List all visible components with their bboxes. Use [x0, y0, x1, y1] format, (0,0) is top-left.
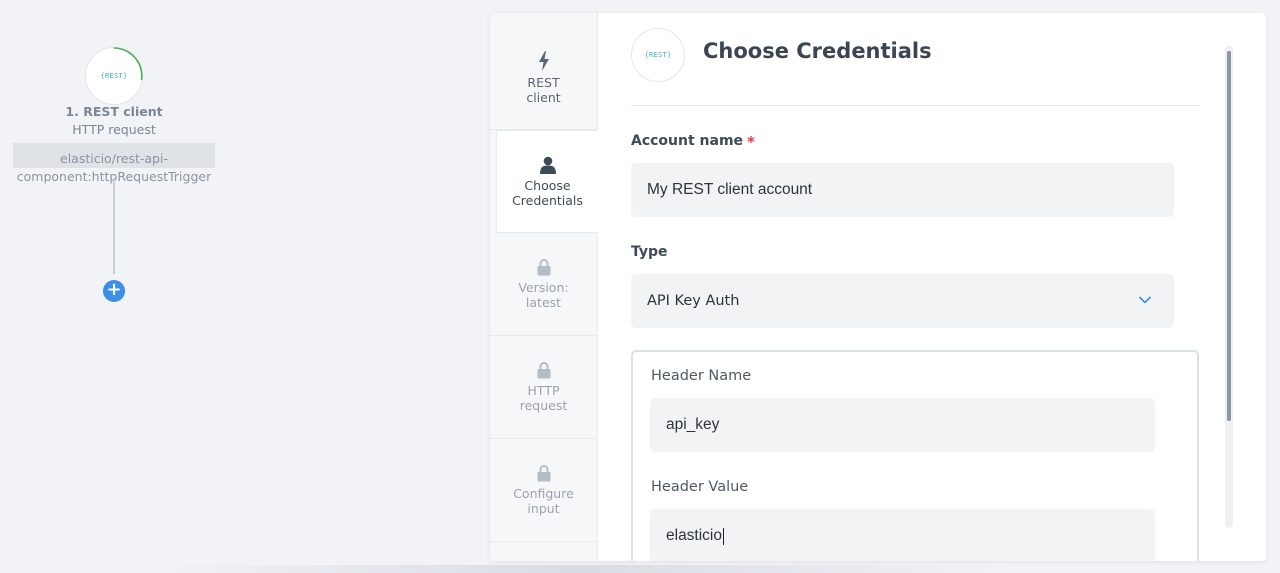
header-divider — [631, 105, 1200, 106]
text-cursor — [723, 527, 724, 545]
node-title: 1. REST client — [65, 104, 163, 119]
account-name-input[interactable]: My REST client account — [631, 163, 1174, 217]
type-select[interactable]: API Key Auth — [631, 274, 1174, 328]
rest-client-node[interactable]: {REST} — [85, 47, 143, 105]
header-name-value: api_key — [666, 416, 720, 433]
step-label-line1: Version: — [518, 280, 569, 295]
type-select-value: API Key Auth — [647, 293, 740, 309]
step-label-line2: request — [519, 398, 568, 413]
step-label-line1: Configure — [513, 486, 574, 501]
account-name-value: My REST client account — [647, 181, 813, 198]
scrollbar-thumb[interactable] — [1227, 51, 1231, 421]
flow-connector — [113, 178, 115, 274]
lightning-icon — [538, 51, 549, 71]
api-key-fields-group: Header Name api_key Header Value elastic… — [631, 350, 1199, 561]
step-label-line2: input — [527, 501, 560, 516]
step-label-line2: Credentials — [512, 192, 583, 208]
header-value-input[interactable]: elasticio — [650, 509, 1155, 561]
step-label-line1: HTTP — [527, 383, 560, 398]
header-value-value: elasticio — [666, 527, 722, 544]
bottom-shadow — [150, 565, 1010, 573]
rest-logo-icon: {REST} — [100, 72, 128, 80]
header-name-input[interactable]: api_key — [650, 398, 1155, 452]
type-label: Type — [631, 244, 668, 260]
step-rest-client[interactable]: REST client — [490, 27, 597, 130]
chevron-down-icon — [1138, 296, 1152, 304]
flow-canvas: {REST} 1. REST client HTTP request elast… — [0, 0, 480, 573]
lock-icon — [537, 362, 550, 379]
step-navigation: REST client Choose Credentials Version: … — [490, 13, 598, 561]
step-label-line1: REST — [527, 75, 560, 90]
step-choose-credentials[interactable]: Choose Credentials — [496, 130, 598, 233]
add-step-button[interactable]: + — [103, 280, 125, 302]
account-name-label-text: Account name — [631, 133, 744, 149]
lock-icon — [537, 465, 550, 482]
account-name-label: Account name * — [631, 133, 755, 151]
header-name-label: Header Name — [651, 368, 752, 384]
step-label-line2: client — [526, 90, 561, 105]
node-subtitle: HTTP request — [72, 122, 156, 137]
header-value-label: Header Value — [651, 479, 749, 495]
plus-icon: + — [106, 279, 122, 300]
step-configure-input: Configure input — [490, 439, 597, 542]
step-label-line1: Choose — [524, 177, 571, 193]
credentials-form: {REST} Choose Credentials Account name * … — [631, 13, 1211, 561]
user-icon — [539, 156, 556, 174]
lock-icon — [537, 259, 550, 276]
step-config-panel: REST client Choose Credentials Version: … — [490, 13, 1266, 561]
step-version: Version: latest — [490, 233, 597, 336]
rest-logo-icon: {REST} — [644, 51, 672, 59]
required-marker: * — [747, 133, 755, 151]
step-http-request: HTTP request — [490, 336, 597, 439]
component-logo: {REST} — [631, 28, 685, 82]
page-title: Choose Credentials — [703, 39, 932, 63]
step-label-line2: latest — [525, 295, 562, 310]
